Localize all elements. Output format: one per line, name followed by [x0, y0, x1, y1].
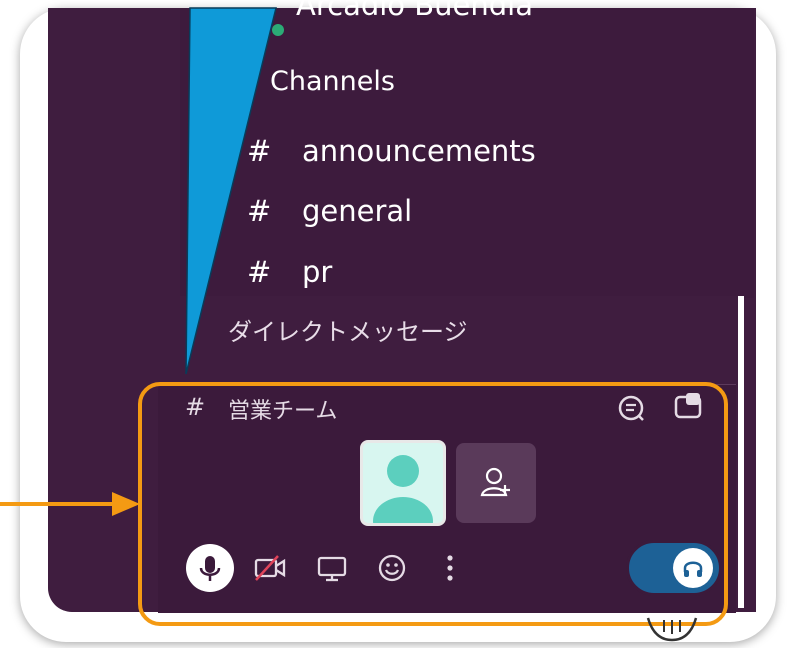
channel-hash-icon: # [247, 194, 272, 228]
sidebar-item-announcements[interactable]: announcements [302, 134, 536, 168]
caret-down-icon[interactable]: ▼ [188, 323, 198, 338]
sidebar-item-general[interactable]: general [302, 194, 412, 228]
channels-section-title[interactable]: Channels [270, 66, 395, 97]
channel-hash-icon: # [247, 134, 272, 168]
member-name-partial[interactable]: Arcadio Buendía [296, 0, 533, 22]
dm-section-title[interactable]: ダイレクトメッセージ [228, 312, 468, 347]
scrollbar[interactable] [738, 296, 744, 608]
channel-hash-icon: # [247, 255, 272, 289]
sidebar-item-pr[interactable]: pr [302, 255, 332, 289]
presence-dot [272, 24, 284, 36]
highlight-callout-box [138, 382, 728, 626]
